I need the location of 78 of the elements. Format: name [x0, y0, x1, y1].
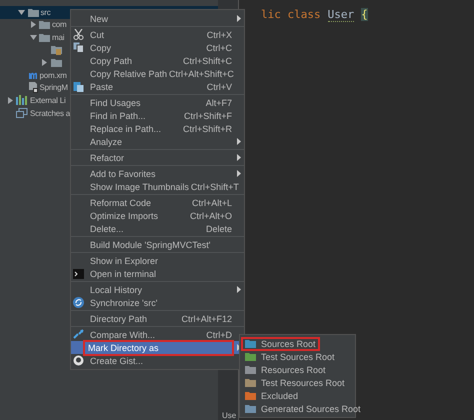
code-text: User — [328, 8, 354, 22]
shortcut-text: Ctrl+X — [206, 30, 233, 40]
folder-icon — [28, 8, 38, 17]
menu-item[interactable]: Replace in Path... Ctrl+Shift+R — [71, 122, 244, 135]
menu-item[interactable]: Copy Path Ctrl+Shift+C — [71, 54, 244, 67]
tree-item-label[interactable]: SpringM — [40, 83, 68, 92]
menu-item[interactable]: Reformat Code Ctrl+Alt+L — [71, 196, 244, 209]
menu-item[interactable]: Add to Favorites — [71, 167, 244, 180]
menu-item[interactable]: Resources Root — [261, 364, 326, 374]
shortcut-text: Ctrl+Alt+O — [190, 210, 233, 220]
tree-item-label[interactable]: mai — [52, 32, 64, 42]
collapsed-arrow-icon[interactable] — [8, 96, 12, 104]
tree-item-label[interactable]: com — [52, 20, 67, 30]
shortcut-text: Ctrl+Alt+L — [192, 198, 233, 208]
paste-icon — [73, 81, 84, 92]
menu-item[interactable]: Refactor — [71, 151, 244, 164]
menu-item[interactable]: Show Image Thumbnails Ctrl+Shift+T — [71, 180, 244, 193]
shortcut-text: Ctrl+Alt+Shift+C — [169, 68, 235, 78]
menu-item[interactable]: Optimize Imports Ctrl+Alt+O — [71, 209, 244, 222]
code-text: { — [361, 8, 368, 21]
file-icon — [28, 82, 38, 94]
menu-item[interactable]: Find in Path... Ctrl+Shift+F — [71, 109, 244, 122]
menu-item[interactable]: Find Usages Alt+F7 — [71, 96, 244, 109]
tree-item-label[interactable]: Scratches a — [30, 108, 70, 118]
menu-item[interactable]: Build Module 'SpringMVCTest' — [71, 238, 244, 251]
editor-tab[interactable]: Use — [222, 411, 236, 420]
scissors-icon — [73, 29, 84, 40]
shortcut-text: Ctrl+Shift+R — [182, 124, 233, 134]
shortcut-text: Ctrl+Alt+F12 — [181, 314, 233, 324]
submenu-arrow-icon — [237, 15, 241, 22]
submenu-arrow-icon — [237, 286, 241, 293]
shortcut-text: Alt+F7 — [206, 98, 233, 108]
maven-icon — [28, 70, 38, 80]
scratches-icon — [16, 108, 28, 118]
compare-icon — [73, 329, 84, 340]
folder-icon — [39, 32, 50, 42]
menu-item[interactable]: Directory Path Ctrl+Alt+F12 — [71, 312, 244, 325]
submenu-arrow-icon — [237, 138, 241, 145]
tree-item-label[interactable]: src — [40, 8, 51, 17]
library-icon — [16, 95, 28, 106]
menu-item[interactable]: New — [71, 12, 244, 25]
menu-item[interactable]: Show in Explorer — [71, 254, 244, 267]
tree-item-label[interactable]: pom.xm — [40, 70, 67, 80]
shortcut-text: Ctrl+D — [206, 330, 233, 340]
menu-item[interactable]: Test Sources Root — [261, 352, 335, 362]
shortcut-text: Ctrl+Shift+C — [182, 56, 233, 66]
menu-item[interactable]: Paste Ctrl+V — [71, 80, 244, 93]
shortcut-text: Ctrl+V — [206, 82, 233, 92]
shortcut-text: Ctrl+C — [206, 42, 233, 52]
shortcut-text: Ctrl+Shift+F — [184, 110, 233, 120]
copy-icon — [73, 42, 84, 53]
expanded-arrow-icon[interactable] — [30, 34, 36, 40]
menu-item[interactable]: Copy Relative Path Ctrl+Alt+Shift+C — [71, 67, 244, 80]
menu-item[interactable]: Excluded — [261, 390, 298, 400]
menu-item[interactable]: Synchronize 'src' — [71, 296, 244, 309]
menu-item[interactable]: Analyze — [71, 135, 244, 148]
menu-item[interactable]: Local History — [71, 283, 244, 296]
menu-item[interactable]: Sources Root — [261, 338, 316, 348]
resource-folder-icon — [50, 45, 62, 56]
tree-item-label[interactable]: External Li — [30, 96, 66, 105]
expanded-arrow-icon[interactable] — [18, 10, 25, 15]
folder-icon — [50, 58, 62, 68]
code-text: lic class — [261, 8, 321, 21]
terminal-icon — [73, 268, 84, 278]
sync-icon — [73, 297, 84, 308]
menu-item[interactable]: Generated Sources Root — [261, 404, 361, 414]
shortcut-text: Ctrl+Shift+T — [190, 182, 240, 192]
submenu-arrow-icon — [237, 170, 241, 177]
menu-item[interactable]: Cut Ctrl+X — [71, 28, 244, 41]
submenu-arrow-icon — [237, 154, 241, 161]
menu-item[interactable]: Test Resources Root — [261, 378, 345, 388]
github-icon — [73, 355, 84, 366]
menu-item[interactable]: Open in terminal — [71, 267, 244, 280]
collapsed-arrow-icon[interactable] — [30, 21, 36, 28]
collapsed-arrow-icon[interactable] — [42, 59, 47, 66]
shortcut-text: Delete — [206, 224, 233, 234]
menu-item[interactable]: Delete... Delete — [71, 222, 244, 235]
menu-item[interactable]: Copy Ctrl+C — [71, 41, 244, 54]
